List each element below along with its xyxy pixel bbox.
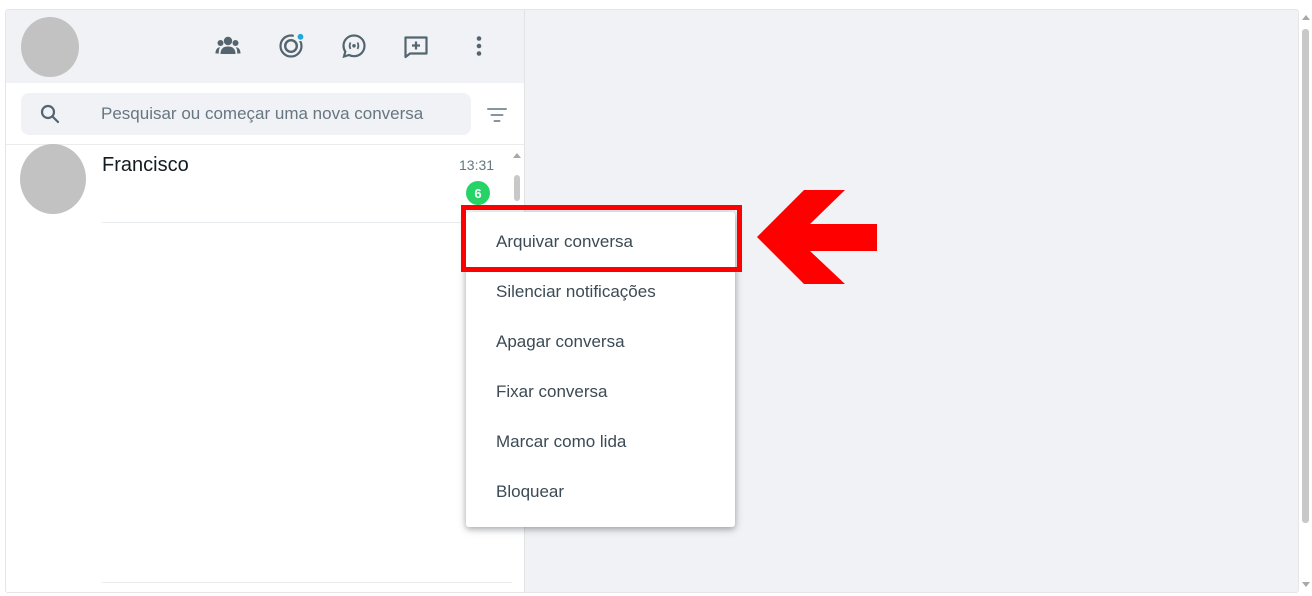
sidebar-header xyxy=(6,10,524,83)
search-bar xyxy=(6,83,524,145)
menu-item-block[interactable]: Bloquear xyxy=(466,467,735,517)
chat-divider xyxy=(102,582,512,583)
menu-item-pin[interactable]: Fixar conversa xyxy=(466,367,735,417)
menu-item-label: Fixar conversa xyxy=(496,382,608,401)
scroll-up-arrow-icon[interactable] xyxy=(1302,15,1310,20)
menu-item-label: Bloquear xyxy=(496,482,565,501)
menu-item-label: Silenciar notificações xyxy=(496,282,656,301)
menu-item-mute[interactable]: Silenciar notificações xyxy=(466,267,735,317)
chat-item-francisco[interactable]: Francisco 13:31 6 xyxy=(6,144,511,223)
chat-divider xyxy=(102,222,512,223)
search-icon xyxy=(40,104,60,124)
scroll-up-arrow-icon[interactable] xyxy=(513,153,521,158)
scroll-down-arrow-icon[interactable] xyxy=(1302,582,1310,587)
communities-icon[interactable] xyxy=(214,32,242,60)
chat-time: 13:31 xyxy=(459,157,495,173)
page-scrollbar[interactable] xyxy=(1299,9,1312,593)
chat-name: Francisco xyxy=(102,154,189,176)
filter-icon[interactable] xyxy=(486,104,508,126)
menu-item-label: Apagar conversa xyxy=(496,332,625,351)
profile-avatar[interactable] xyxy=(21,17,79,77)
scroll-thumb[interactable] xyxy=(1302,29,1309,523)
search-box[interactable] xyxy=(21,93,471,135)
menu-item-delete[interactable]: Apagar conversa xyxy=(466,317,735,367)
annotation-highlight-box xyxy=(461,205,742,272)
new-chat-icon[interactable] xyxy=(402,32,430,60)
menu-item-label: Marcar como lida xyxy=(496,432,627,451)
menu-icon[interactable] xyxy=(465,32,493,60)
unread-badge: 6 xyxy=(466,181,490,205)
status-icon[interactable] xyxy=(277,32,305,60)
menu-item-mark-read[interactable]: Marcar como lida xyxy=(466,417,735,467)
scroll-thumb[interactable] xyxy=(514,175,520,201)
sidebar: Francisco 13:31 6 xyxy=(6,10,525,592)
search-input[interactable] xyxy=(101,99,461,129)
chat-list: Francisco 13:31 6 xyxy=(6,144,524,592)
chat-avatar xyxy=(20,144,86,214)
channels-icon[interactable] xyxy=(340,32,368,60)
annotation-arrow-icon xyxy=(757,190,877,284)
